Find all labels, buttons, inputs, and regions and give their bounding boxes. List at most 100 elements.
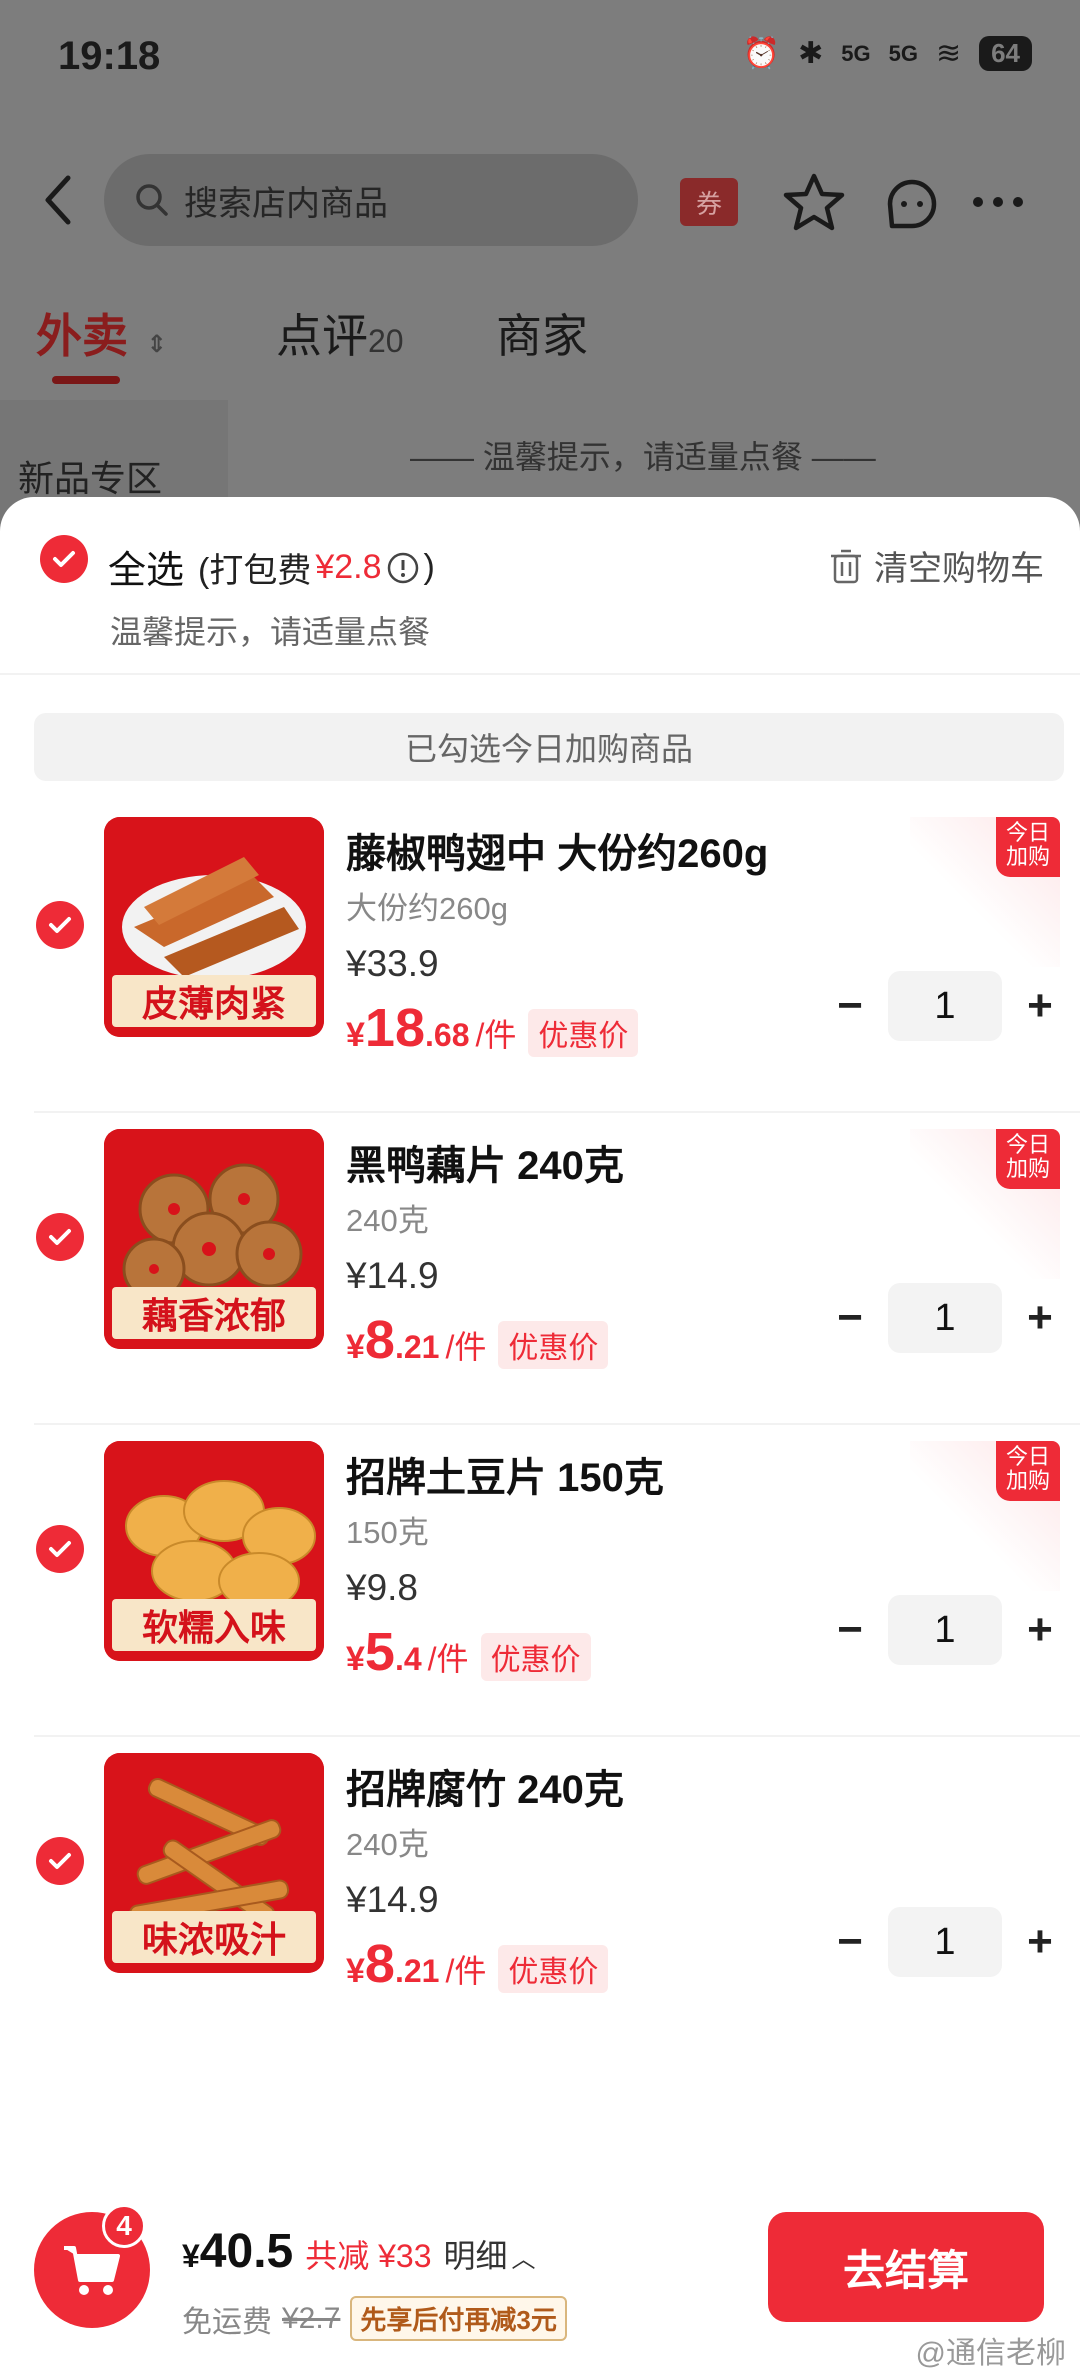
deal-tag: 优惠价 bbox=[498, 1321, 609, 1369]
price-detail-button[interactable]: 明细 ︿ bbox=[444, 2231, 536, 2277]
deal-currency: ¥ bbox=[346, 1952, 365, 1990]
shopping-cart-icon bbox=[64, 2246, 120, 2295]
packing-fee-value: ¥2.8 bbox=[315, 548, 382, 586]
customer-service-button[interactable] bbox=[880, 170, 944, 234]
decrease-button[interactable]: − bbox=[820, 1288, 880, 1348]
checkmark-icon bbox=[49, 1229, 71, 1245]
deal-currency: ¥ bbox=[346, 1640, 365, 1678]
deal-dec: .21 bbox=[394, 1953, 440, 1989]
total-currency: ¥ bbox=[182, 2238, 200, 2274]
deal-tag: 优惠价 bbox=[528, 1009, 639, 1057]
select-all-checkbox[interactable] bbox=[40, 535, 88, 583]
product-image[interactable]: 皮薄肉紧 bbox=[104, 817, 324, 1037]
signal-icon: 5G bbox=[888, 40, 918, 66]
product-image-caption: 味浓吸汁 bbox=[112, 1911, 316, 1963]
item-checkbox[interactable] bbox=[36, 1525, 84, 1573]
quantity-value[interactable]: 1 bbox=[888, 971, 1002, 1041]
sidebar-category-label: 新品专区 bbox=[18, 458, 163, 499]
price-detail-label: 明细 bbox=[443, 2238, 508, 2274]
quantity-stepper: − 1 + bbox=[820, 1907, 1070, 1977]
product-image[interactable]: 藕香浓郁 bbox=[104, 1129, 324, 1349]
product-spec: 240克 bbox=[346, 1827, 429, 1862]
product-name[interactable]: 招牌土豆片 150克 bbox=[346, 1445, 664, 1503]
original-price: ¥33.9 bbox=[346, 943, 439, 984]
cart-item: 味浓吸汁 招牌腐竹 240克 240克 ¥14.9 ¥8.21/件 优惠价 − … bbox=[0, 1737, 1080, 2049]
increase-button[interactable]: + bbox=[1010, 1288, 1070, 1348]
total-line: ¥40.5 共减 ¥33 明细 ︿ bbox=[182, 2224, 536, 2279]
decrease-button[interactable]: − bbox=[820, 1912, 880, 1972]
favorite-button[interactable] bbox=[782, 170, 846, 234]
product-image[interactable]: 味浓吸汁 bbox=[104, 1753, 324, 1973]
cart-count-badge: 4 bbox=[102, 2204, 146, 2248]
status-bar: 19:18 ⏰ ✱ 5G 5G ≋ 64 bbox=[0, 0, 1080, 120]
increase-button[interactable]: + bbox=[1010, 976, 1070, 1036]
deal-int: 5 bbox=[364, 1622, 395, 1682]
pay-later-promo[interactable]: 先享后付再减3元 bbox=[350, 2296, 567, 2341]
original-price: ¥14.9 bbox=[346, 1879, 439, 1920]
total-amount: 40.5 bbox=[199, 2225, 294, 2278]
increase-button[interactable]: + bbox=[1010, 1600, 1070, 1660]
decrease-button[interactable]: − bbox=[820, 976, 880, 1036]
packing-fee-close: ) bbox=[423, 548, 435, 586]
chat-icon bbox=[887, 179, 937, 229]
checkmark-icon bbox=[49, 1541, 71, 1557]
deal-price: ¥8.21/件 优惠价 bbox=[346, 1933, 609, 1995]
star-icon bbox=[783, 173, 845, 231]
item-checkbox[interactable] bbox=[36, 1213, 84, 1261]
increase-button[interactable]: + bbox=[1010, 1912, 1070, 1972]
total-price: ¥40.5 bbox=[182, 2224, 293, 2279]
tab-reviews-count: 20 bbox=[368, 323, 404, 359]
clear-cart-label: 清空购物车 bbox=[874, 550, 1044, 588]
product-image-caption: 藕香浓郁 bbox=[112, 1287, 316, 1339]
more-button[interactable] bbox=[966, 170, 1030, 234]
product-spec: 240克 bbox=[346, 1203, 429, 1238]
select-all-label: 全选 bbox=[108, 550, 185, 592]
quantity-value[interactable]: 1 bbox=[888, 1595, 1002, 1665]
today-badge: 今日 加购 bbox=[996, 817, 1060, 877]
deal-price: ¥8.21/件 优惠价 bbox=[346, 1309, 609, 1371]
quantity-value[interactable]: 1 bbox=[888, 1283, 1002, 1353]
deal-int: 8 bbox=[364, 1310, 395, 1370]
product-image[interactable]: 软糯入味 bbox=[104, 1441, 324, 1661]
quantity-stepper: − 1 + bbox=[820, 1595, 1070, 1665]
top-bar: 搜索店内商品 券 bbox=[0, 150, 1080, 250]
sort-icon: ⇕ bbox=[146, 331, 167, 358]
item-checkbox[interactable] bbox=[36, 901, 84, 949]
delivery-label: 免运费 bbox=[182, 2305, 272, 2339]
checkout-button[interactable]: 去结算 bbox=[768, 2212, 1044, 2322]
packing-fee-label: (打包费 bbox=[198, 552, 312, 590]
more-icon bbox=[973, 197, 1023, 207]
info-icon[interactable] bbox=[386, 551, 420, 585]
search-input[interactable]: 搜索店内商品 bbox=[104, 154, 638, 246]
bluetooth-icon: ✱ bbox=[798, 37, 824, 70]
product-name[interactable]: 藤椒鸭翅中 大份约260g bbox=[346, 821, 768, 879]
quantity-value[interactable]: 1 bbox=[888, 1907, 1002, 1977]
cart-item: 软糯入味 招牌土豆片 150克 150克 ¥9.8 ¥5.4/件 优惠价 今日加… bbox=[0, 1425, 1080, 1737]
tab-merchant[interactable]: 商家 bbox=[496, 300, 588, 366]
background-tip: —— 温馨提示，请适量点餐 —— bbox=[410, 439, 876, 475]
checkmark-icon bbox=[49, 1853, 71, 1869]
tab-bar: 外卖 ⇕ 点评20 商家 bbox=[0, 300, 1080, 400]
deal-unit: /件 bbox=[445, 1953, 487, 1989]
watermark: @通信老柳 bbox=[915, 2337, 1066, 2370]
deal-dec: .4 bbox=[394, 1641, 422, 1677]
item-checkbox[interactable] bbox=[36, 1837, 84, 1885]
deal-dec: .21 bbox=[394, 1329, 440, 1365]
search-icon bbox=[136, 184, 168, 216]
tab-reviews[interactable]: 点评20 bbox=[276, 300, 404, 366]
cart-item: 皮薄肉紧 藤椒鸭翅中 大份约260g 大份约260g ¥33.9 ¥18.68/… bbox=[0, 801, 1080, 1113]
product-image-caption: 软糯入味 bbox=[112, 1599, 316, 1651]
back-button[interactable] bbox=[34, 168, 84, 232]
deal-int: 18 bbox=[364, 998, 425, 1058]
decrease-button[interactable]: − bbox=[820, 1600, 880, 1660]
product-name[interactable]: 黑鸭藕片 240克 bbox=[346, 1133, 624, 1191]
product-name[interactable]: 招牌腐竹 240克 bbox=[346, 1757, 624, 1815]
deal-unit: /件 bbox=[427, 1641, 469, 1677]
tab-takeout[interactable]: 外卖 ⇕ bbox=[36, 300, 167, 366]
tab-reviews-label: 点评 bbox=[276, 310, 368, 362]
deal-tag: 优惠价 bbox=[498, 1945, 609, 1993]
coupon-button[interactable]: 券 bbox=[680, 178, 738, 226]
deal-unit: /件 bbox=[445, 1329, 487, 1365]
deal-currency: ¥ bbox=[346, 1016, 365, 1054]
clear-cart-button[interactable]: 清空购物车 bbox=[828, 541, 1044, 590]
